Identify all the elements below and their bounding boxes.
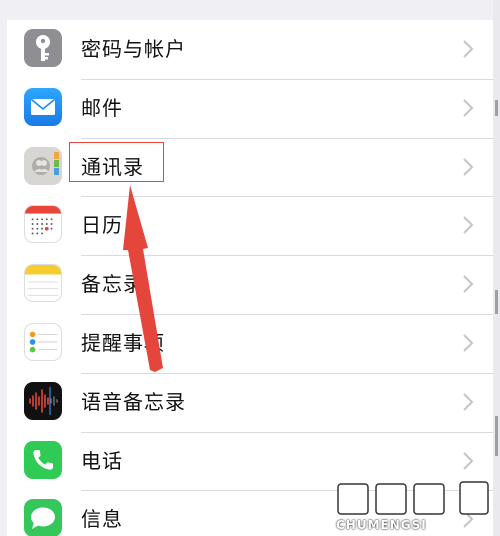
chevron-right-icon bbox=[463, 334, 474, 352]
right-edge-strip bbox=[493, 0, 500, 536]
settings-item-label: 密码与帐户 bbox=[81, 37, 186, 61]
settings-item-label: 日历 bbox=[81, 213, 123, 238]
messages-icon bbox=[24, 499, 62, 536]
mail-icon bbox=[24, 87, 62, 126]
settings-item-label: 邮件 bbox=[81, 95, 123, 120]
chevron-right-icon bbox=[463, 157, 474, 176]
key-icon bbox=[24, 29, 62, 67]
chevron-right-icon bbox=[463, 40, 474, 58]
watermark-text: CHUMENGSI bbox=[336, 518, 427, 532]
settings-item-voice-memos[interactable]: 语音备忘录 bbox=[7, 373, 493, 432]
settings-item-label: 信息 bbox=[81, 507, 123, 532]
chevron-right-icon bbox=[463, 99, 474, 117]
watermark: CHUMENGSI bbox=[328, 478, 500, 536]
settings-item-notes[interactable]: 备忘录 bbox=[7, 255, 493, 314]
phone-icon bbox=[24, 440, 62, 479]
voice-memos-icon bbox=[24, 381, 62, 420]
reminders-icon bbox=[24, 323, 62, 361]
calendar-icon bbox=[24, 205, 62, 244]
chevron-right-icon bbox=[463, 451, 474, 470]
notes-icon bbox=[24, 264, 62, 303]
settings-item-mail[interactable]: 邮件 bbox=[7, 79, 493, 138]
settings-item-reminders[interactable]: 提醒事项 bbox=[7, 314, 493, 373]
settings-list: 密码与帐户 邮件 通讯录 日历 备忘录 提醒事项 语音备忘录 电话 信息 bbox=[7, 20, 493, 536]
chevron-right-icon bbox=[463, 216, 474, 235]
chevron-right-icon bbox=[463, 393, 474, 411]
settings-item-label: 备忘录 bbox=[81, 272, 144, 297]
chevron-right-icon bbox=[463, 275, 474, 293]
contacts-icon bbox=[24, 146, 62, 185]
settings-item-calendar[interactable]: 日历 bbox=[7, 196, 493, 255]
top-strip bbox=[0, 0, 500, 20]
highlight-box bbox=[69, 142, 164, 182]
settings-item-passwords-accounts[interactable]: 密码与帐户 bbox=[7, 20, 493, 79]
settings-item-label: 语音备忘录 bbox=[81, 389, 186, 414]
settings-item-label: 电话 bbox=[81, 448, 123, 473]
settings-item-label: 提醒事项 bbox=[81, 331, 165, 355]
